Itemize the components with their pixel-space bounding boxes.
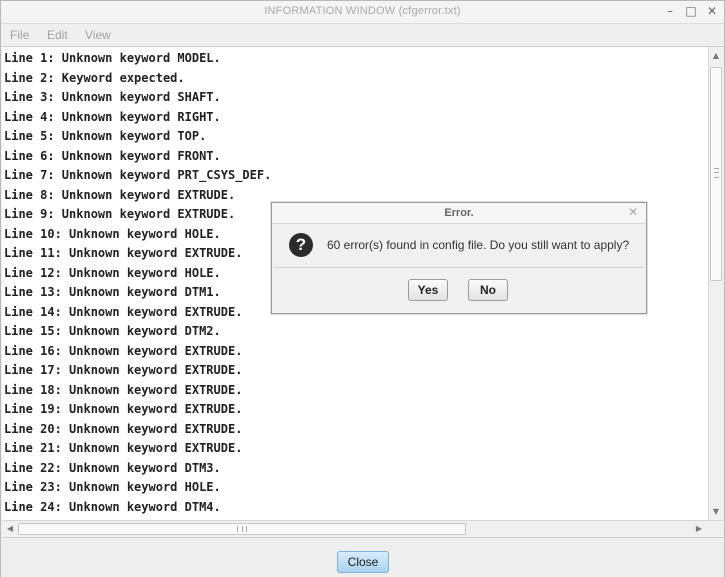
dialog-close-icon[interactable]: ✕: [628, 205, 638, 219]
minimize-icon[interactable]: –: [664, 3, 676, 19]
dialog-title-bar[interactable]: Error. ✕: [272, 203, 646, 224]
error-dialog: Error. ✕ ? 60 error(s) found in config f…: [271, 202, 647, 314]
scroll-right-icon[interactable]: ▶: [692, 521, 706, 537]
yes-button[interactable]: Yes: [408, 279, 448, 301]
dialog-message: 60 error(s) found in config file. Do you…: [327, 238, 630, 252]
menu-view[interactable]: View: [85, 28, 111, 42]
log-line: Line 1: Unknown keyword MODEL.: [4, 51, 221, 65]
log-line: Line 3: Unknown keyword SHAFT.: [4, 90, 221, 104]
log-line: Line 18: Unknown keyword EXTRUDE.: [4, 382, 243, 397]
log-line: Line 24: Unknown keyword DTM4.: [4, 499, 221, 514]
log-line: Line 22: Unknown keyword DTM3.: [4, 460, 221, 475]
window-title: INFORMATION WINDOW (cfgerror.txt): [264, 5, 461, 17]
log-line: Line 16: Unknown keyword EXTRUDE.: [4, 343, 243, 358]
log-line: Line 19: Unknown keyword EXTRUDE.: [4, 402, 243, 416]
dialog-title: Error.: [444, 207, 474, 219]
no-button[interactable]: No: [468, 279, 508, 301]
log-line: Line 7: Unknown keyword PRT_CSYS_DEF.: [4, 168, 272, 182]
log-line: Line 4: Unknown keyword RIGHT.: [4, 109, 221, 124]
log-line: Line 5: Unknown keyword TOP.: [4, 129, 207, 143]
log-line: Line 17: Unknown keyword EXTRUDE.: [4, 363, 243, 377]
vertical-scroll-thumb[interactable]: [710, 67, 722, 281]
close-button[interactable]: Close: [337, 551, 389, 573]
question-icon: ?: [289, 233, 313, 257]
dialog-separator: [274, 267, 644, 268]
close-icon[interactable]: ✕: [706, 3, 718, 19]
thumb-grip-icon: [237, 526, 247, 532]
log-line: Line 15: Unknown keyword DTM2.: [4, 324, 221, 338]
maximize-icon[interactable]: □: [685, 3, 697, 19]
thumb-grip-icon: [714, 168, 719, 178]
log-line: Line 21: Unknown keyword EXTRUDE.: [4, 441, 243, 455]
log-line: Line 6: Unknown keyword FRONT.: [4, 148, 221, 163]
menu-edit[interactable]: Edit: [47, 28, 68, 42]
log-line: Line 2: Keyword expected.: [4, 70, 185, 85]
log-line: Line 23: Unknown keyword HOLE.: [4, 480, 221, 494]
horizontal-scroll-thumb[interactable]: [18, 523, 466, 535]
menu-file[interactable]: File: [10, 28, 29, 42]
title-bar[interactable]: INFORMATION WINDOW (cfgerror.txt) – □ ✕: [1, 1, 724, 24]
log-line: Line 20: Unknown keyword EXTRUDE.: [4, 421, 243, 436]
scroll-up-icon[interactable]: ▲: [709, 48, 723, 64]
scroll-down-icon[interactable]: ▼: [709, 504, 723, 520]
scroll-left-icon[interactable]: ◀: [3, 521, 17, 537]
menu-bar: File Edit View: [1, 24, 724, 46]
information-window: INFORMATION WINDOW (cfgerror.txt) – □ ✕ …: [0, 0, 725, 577]
horizontal-scrollbar[interactable]: ◀ ▶: [2, 520, 723, 537]
footer-bar: Close: [1, 539, 724, 577]
window-controls: – □ ✕: [664, 3, 718, 19]
vertical-scrollbar[interactable]: ▲ ▼: [708, 47, 723, 521]
